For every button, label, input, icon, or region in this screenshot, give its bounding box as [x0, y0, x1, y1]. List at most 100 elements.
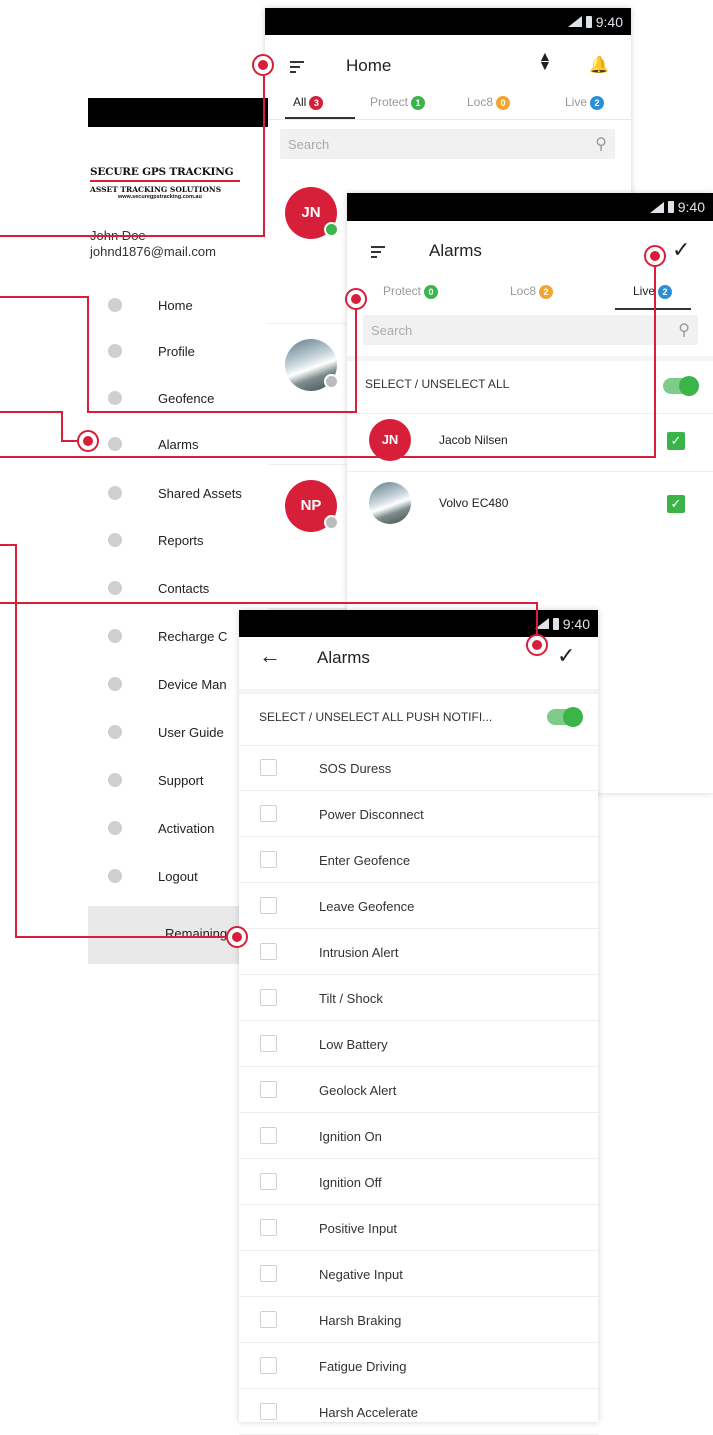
device-checkbox[interactable]: ✓ — [667, 432, 685, 450]
online-indicator — [324, 222, 339, 237]
tab-loc8[interactable]: Loc8 0 — [467, 95, 511, 110]
select-all-label: SELECT / UNSELECT ALL — [365, 377, 510, 391]
signal-icon — [649, 201, 664, 213]
alarm-checkbox[interactable] — [260, 1403, 277, 1420]
confirm-check-icon[interactable]: ✓ — [672, 237, 690, 263]
tab-count: 2 — [590, 95, 605, 110]
sidebar-item-profile[interactable]: Profile — [90, 328, 270, 374]
alarm-checkbox[interactable] — [260, 1081, 277, 1098]
tab-loc8[interactable]: Loc8 2 — [510, 284, 554, 299]
alarm-checkbox[interactable] — [260, 897, 277, 914]
alarm-checkbox[interactable] — [260, 1173, 277, 1190]
contacts-icon — [108, 581, 122, 595]
sidebar-item-alarms[interactable]: Alarms — [90, 421, 270, 467]
callout-marker — [345, 288, 367, 310]
alarm-row-sos-duress[interactable]: SOS Duress — [239, 746, 598, 791]
alarm-checkbox[interactable] — [260, 1035, 277, 1052]
tab-protect[interactable]: Protect 1 — [370, 95, 426, 110]
select-all-toggle[interactable] — [547, 707, 583, 727]
callout-line — [15, 936, 227, 938]
gear-icon — [108, 344, 122, 358]
filter-menu-icon[interactable] — [371, 243, 385, 261]
sidebar-item-contacts[interactable]: Contacts — [90, 565, 270, 611]
alarm-checkbox[interactable] — [260, 1311, 277, 1328]
tab-live[interactable]: Live 2 — [565, 95, 605, 110]
callout-line — [355, 308, 357, 413]
alarm-row-enter-geofence[interactable]: Enter Geofence — [239, 838, 598, 883]
sidebar-item-home[interactable]: Home — [90, 282, 270, 328]
alarm-checkbox[interactable] — [260, 851, 277, 868]
activation-icon — [108, 821, 122, 835]
alarm-checkbox[interactable] — [260, 805, 277, 822]
alarm-row-geolock-alert[interactable]: Geolock Alert — [239, 1068, 598, 1113]
home-tabs: All 3 Protect 1 Loc8 0 Live 2 — [265, 95, 631, 120]
search-input[interactable]: Search — [288, 137, 329, 152]
alarm-checkbox[interactable] — [260, 1357, 277, 1374]
select-all-row[interactable]: SELECT / UNSELECT ALL — [347, 356, 713, 414]
signal-icon — [567, 16, 582, 27]
alarm-row-power-disconnect[interactable]: Power Disconnect — [239, 792, 598, 837]
battery-icon — [552, 617, 559, 630]
alarm-checkbox[interactable] — [260, 759, 277, 776]
search-bar[interactable]: Search ⚲ — [280, 129, 615, 159]
confirm-check-icon[interactable]: ✓ — [557, 643, 575, 669]
alarm-checkbox[interactable] — [260, 989, 277, 1006]
callout-marker — [77, 430, 99, 452]
status-bar: 9:40 — [239, 610, 598, 637]
device-checkbox[interactable]: ✓ — [667, 495, 685, 513]
user-email: johnd1876@mail.com — [90, 244, 216, 259]
tab-all[interactable]: All 3 — [285, 95, 355, 119]
callout-line — [536, 602, 538, 637]
select-all-row[interactable]: SELECT / UNSELECT ALL PUSH NOTIFI... — [239, 689, 598, 746]
callout-line — [0, 411, 62, 413]
tab-count: 0 — [424, 284, 439, 299]
page-title: Alarms — [429, 241, 482, 260]
status-time: 9:40 — [562, 615, 590, 632]
sidebar-item-reports[interactable]: Reports — [90, 517, 270, 563]
filter-menu-icon[interactable] — [290, 58, 304, 76]
sidebar-item-geofence[interactable]: Geofence — [90, 375, 270, 421]
battery-icon — [667, 201, 674, 213]
sidebar-item-shared-assets[interactable]: Shared Assets — [90, 470, 270, 516]
callout-line — [263, 76, 265, 236]
alarm-row-ignition-off[interactable]: Ignition Off — [239, 1160, 598, 1205]
device-row[interactable]: Volvo EC480 ✓ — [347, 472, 713, 534]
alarm-row-low-battery[interactable]: Low Battery — [239, 1022, 598, 1067]
tab-count: 0 — [496, 95, 511, 110]
status-bar: 9:40 — [347, 193, 713, 221]
select-all-toggle[interactable] — [663, 376, 699, 396]
tab-live[interactable]: Live 2 — [615, 284, 691, 310]
guide-icon — [108, 725, 122, 739]
tab-protect[interactable]: Protect 0 — [383, 284, 439, 299]
device-row[interactable]: JN Jacob Nilsen ✓ — [347, 409, 713, 472]
alarm-row-tilt-shock[interactable]: Tilt / Shock — [239, 976, 598, 1021]
alarm-row-positive-input[interactable]: Positive Input — [239, 1206, 598, 1251]
support-icon — [108, 773, 122, 787]
status-bar: 9:40 — [265, 8, 631, 35]
callout-line — [87, 411, 356, 413]
alarm-tabs: Protect 0 Loc8 2 Live 2 — [347, 284, 713, 311]
search-icon[interactable]: ⚲ — [595, 134, 607, 154]
brand-url: www.securegpstracking.com.au — [118, 194, 202, 200]
sort-icon[interactable]: ▲ ▼ — [538, 49, 552, 72]
alarm-row-harsh-accelerate[interactable]: Harsh Accelerate — [239, 1390, 598, 1435]
alarm-row-harsh-braking[interactable]: Harsh Braking — [239, 1298, 598, 1343]
alarm-row-leave-geofence[interactable]: Leave Geofence — [239, 884, 598, 929]
back-arrow-icon[interactable]: ← — [259, 643, 281, 669]
alarm-row-fatigue-driving[interactable]: Fatigue Driving — [239, 1344, 598, 1389]
search-icon[interactable]: ⚲ — [678, 320, 690, 340]
callout-line — [61, 411, 63, 442]
alarm-checkbox[interactable] — [260, 1265, 277, 1282]
alarm-checkbox[interactable] — [260, 1219, 277, 1236]
search-bar[interactable]: Search ⚲ — [363, 315, 698, 345]
callout-line — [0, 456, 656, 458]
tab-count: 2 — [658, 284, 673, 299]
alarm-row-ignition-on[interactable]: Ignition On — [239, 1114, 598, 1159]
brand-subtitle: ASSET TRACKING SOLUTIONS — [90, 185, 222, 194]
alarm-checkbox[interactable] — [260, 1127, 277, 1144]
bell-icon[interactable]: 🔔 — [589, 55, 609, 75]
alarm-checkbox[interactable] — [260, 943, 277, 960]
alarm-row-negative-input[interactable]: Negative Input — [239, 1252, 598, 1297]
alarm-row-intrusion-alert[interactable]: Intrusion Alert — [239, 930, 598, 975]
search-input[interactable]: Search — [371, 323, 412, 338]
